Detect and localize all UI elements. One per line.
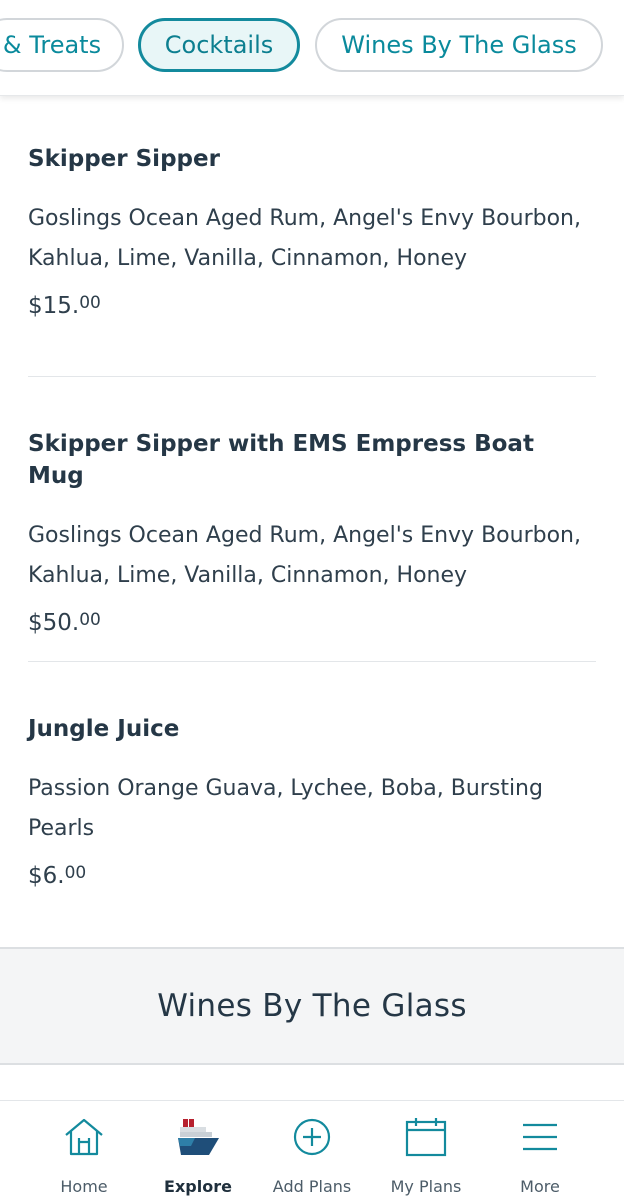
tab-label: & Treats xyxy=(2,31,102,59)
bottom-nav: Home Explore Add Plans My Plans More xyxy=(0,1100,624,1200)
item-price: $6.00 xyxy=(28,861,596,891)
price-dollars: $15. xyxy=(28,293,80,319)
nav-add-plans[interactable]: Add Plans xyxy=(255,1101,369,1200)
category-tab-bar: & Treats Cocktails Wines By The Glass xyxy=(0,0,624,96)
tab-label: Wines By The Glass xyxy=(341,31,577,59)
item-price: $50.00 xyxy=(28,608,596,638)
item-name: Skipper Sipper xyxy=(28,146,220,172)
home-icon xyxy=(60,1113,108,1161)
tab-wines-by-the-glass[interactable]: Wines By The Glass xyxy=(315,18,603,72)
item-name: Skipper Sipper with EMS Empress Boat Mug xyxy=(28,431,534,489)
plus-circle-icon xyxy=(288,1113,336,1161)
menu-icon xyxy=(516,1113,564,1161)
divider xyxy=(28,661,596,662)
menu-item: Skipper Sipper Goslings Ocean Aged Rum, … xyxy=(28,143,596,321)
price-cents: 00 xyxy=(79,610,101,630)
item-description: Passion Orange Guava, Lychee, Boba, Burs… xyxy=(28,776,543,841)
menu-item: Skipper Sipper with EMS Empress Boat Mug… xyxy=(28,428,596,638)
nav-label: More xyxy=(520,1177,560,1196)
price-cents: 00 xyxy=(64,863,87,883)
tab-cocktails[interactable]: Cocktails xyxy=(138,18,300,72)
nav-label: My Plans xyxy=(390,1177,462,1196)
divider xyxy=(28,376,596,377)
nav-label: Explore xyxy=(164,1177,232,1196)
nav-label: Add Plans xyxy=(272,1177,352,1196)
menu-page: & Treats Cocktails Wines By The Glass Sk… xyxy=(0,0,624,1200)
nav-more[interactable]: More xyxy=(483,1101,597,1200)
item-description: Goslings Ocean Aged Rum, Angel's Envy Bo… xyxy=(28,523,581,588)
nav-home[interactable]: Home xyxy=(27,1101,141,1200)
calendar-icon xyxy=(402,1113,450,1161)
section-header-wines: Wines By The Glass xyxy=(0,947,624,1065)
nav-my-plans[interactable]: My Plans xyxy=(369,1101,483,1200)
item-name: Jungle Juice xyxy=(28,716,180,742)
section-title: Wines By The Glass xyxy=(157,988,467,1024)
price-dollars: $6. xyxy=(28,863,65,889)
tab-treats[interactable]: & Treats xyxy=(0,18,124,72)
price-dollars: $50. xyxy=(28,610,80,636)
ship-icon xyxy=(174,1113,222,1161)
tab-label: Cocktails xyxy=(164,31,274,59)
price-cents: 00 xyxy=(79,293,101,313)
nav-label: Home xyxy=(60,1177,108,1196)
item-description: Goslings Ocean Aged Rum, Angel's Envy Bo… xyxy=(28,206,581,271)
menu-item: Jungle Juice Passion Orange Guava, Lyche… xyxy=(28,713,596,891)
item-price: $15.00 xyxy=(28,291,596,321)
nav-explore[interactable]: Explore xyxy=(141,1101,255,1200)
